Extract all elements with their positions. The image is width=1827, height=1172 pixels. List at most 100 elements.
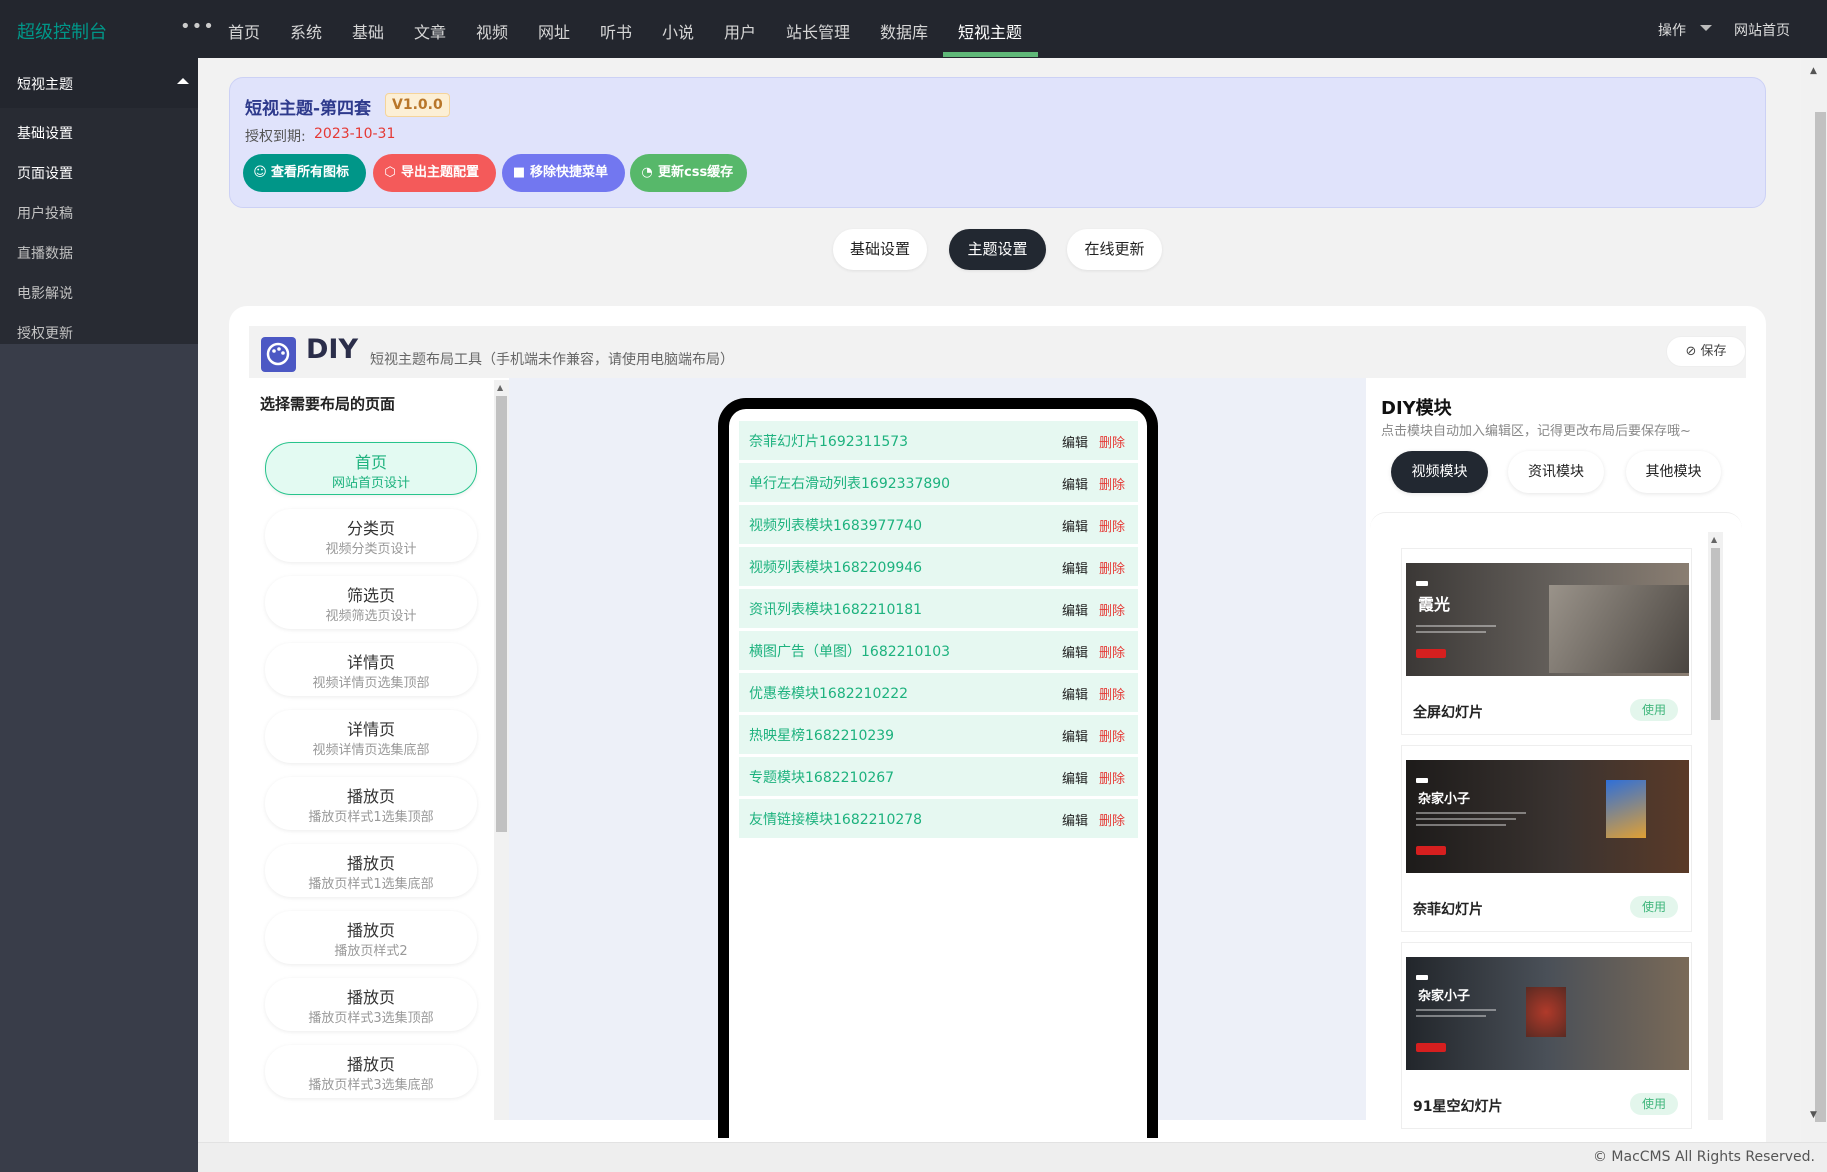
- module-delete-button[interactable]: 删除: [1099, 432, 1125, 451]
- module-template-card[interactable]: 杂家小子 奈菲幻灯片 使用: [1401, 745, 1692, 932]
- module-edit-button[interactable]: 编辑: [1062, 600, 1088, 619]
- page-item-detail-bottom[interactable]: 详情页 视频详情页选集底部: [265, 710, 477, 763]
- module-edit-button[interactable]: 编辑: [1062, 768, 1088, 787]
- save-button[interactable]: ⊘ 保存: [1666, 336, 1746, 367]
- more-icon[interactable]: •••: [180, 16, 215, 37]
- scroll-up-arrow-icon[interactable]: ▲: [1711, 535, 1717, 544]
- palette-icon: ☺: [253, 165, 267, 180]
- layout-module-row[interactable]: 单行左右滑动列表1692337890 编辑 删除: [739, 463, 1138, 502]
- thumbnail-figure: [1526, 987, 1566, 1037]
- tab-other-modules[interactable]: 其他模块: [1626, 451, 1721, 493]
- scroll-down-arrow-icon[interactable]: ▼: [1810, 1110, 1817, 1120]
- module-edit-button[interactable]: 编辑: [1062, 558, 1088, 577]
- module-template-card[interactable]: 杂家小子 91星空幻灯片 使用: [1401, 942, 1692, 1129]
- sidebar-item-license-update[interactable]: 授权更新: [17, 323, 73, 343]
- page-item-filter[interactable]: 筛选页 视频筛选页设计: [265, 576, 477, 629]
- operate-menu[interactable]: 操作: [1658, 20, 1686, 40]
- layout-module-row[interactable]: 横图广告（单图）1682210103 编辑 删除: [739, 631, 1138, 670]
- module-delete-button[interactable]: 删除: [1099, 810, 1125, 829]
- page-scroll-thumb[interactable]: [1815, 112, 1826, 1122]
- tab-online-update[interactable]: 在线更新: [1067, 229, 1162, 270]
- module-list-scroll-thumb[interactable]: [1711, 548, 1720, 720]
- nav-item-user[interactable]: 用户: [724, 19, 756, 43]
- module-delete-button[interactable]: 删除: [1099, 642, 1125, 661]
- sidebar-item-page-settings[interactable]: 页面设置: [17, 163, 73, 183]
- tab-basic-settings[interactable]: 基础设置: [833, 229, 927, 270]
- layout-module-row[interactable]: 友情链接模块1682210278 编辑 删除: [739, 799, 1138, 838]
- page-item-detail-top[interactable]: 详情页 视频详情页选集顶部: [265, 643, 477, 696]
- page-item-play2[interactable]: 播放页 播放页样式2: [265, 911, 477, 964]
- sidebar-item-movie-commentary[interactable]: 电影解说: [17, 283, 73, 303]
- nav-item-basic[interactable]: 基础: [352, 19, 384, 43]
- page-item-play3-bottom[interactable]: 播放页 播放页样式3选集底部: [265, 1045, 477, 1098]
- module-delete-button[interactable]: 删除: [1099, 600, 1125, 619]
- nav-item-system[interactable]: 系统: [290, 19, 322, 43]
- page-selector-heading: 选择需要布局的页面: [260, 395, 396, 413]
- sidebar-item-basic-settings[interactable]: 基础设置: [17, 123, 73, 143]
- page-item-play1-top[interactable]: 播放页 播放页样式1选集顶部: [265, 777, 477, 830]
- page-item-category[interactable]: 分类页 视频分类页设计: [265, 509, 477, 562]
- module-delete-button[interactable]: 删除: [1099, 474, 1125, 493]
- caret-down-icon[interactable]: [1700, 25, 1712, 31]
- layout-module-row[interactable]: 奈菲幻灯片1692311573 编辑 删除: [739, 421, 1138, 460]
- tab-theme-settings[interactable]: 主题设置: [949, 229, 1046, 270]
- page-item-play1-bottom[interactable]: 播放页 播放页样式1选集底部: [265, 844, 477, 897]
- module-name: 单行左右滑动列表1692337890: [749, 476, 951, 492]
- nav-item-admin[interactable]: 站长管理: [786, 19, 850, 43]
- page-list-scroll-thumb[interactable]: [496, 396, 507, 832]
- thumbnail-play-button: [1416, 1043, 1446, 1052]
- scroll-up-arrow-icon[interactable]: ▲: [1810, 66, 1817, 76]
- nav-item-short-video-theme[interactable]: 短视主题: [958, 19, 1022, 43]
- use-template-button[interactable]: 使用: [1630, 896, 1678, 918]
- layout-module-row[interactable]: 热映星榜1682210239 编辑 删除: [739, 715, 1138, 754]
- module-delete-button[interactable]: 删除: [1099, 684, 1125, 703]
- layout-module-row[interactable]: 优惠卷模块1682210222 编辑 删除: [739, 673, 1138, 712]
- page-item-play3-top[interactable]: 播放页 播放页样式3选集顶部: [265, 978, 477, 1031]
- tab-video-modules[interactable]: 视频模块: [1391, 451, 1488, 493]
- use-template-button[interactable]: 使用: [1630, 699, 1678, 721]
- module-template-card[interactable]: 霞光 全屏幻灯片 使用: [1401, 548, 1692, 735]
- nav-item-article[interactable]: 文章: [414, 19, 446, 43]
- layout-module-row[interactable]: 资讯列表模块1682210181 编辑 删除: [739, 589, 1138, 628]
- module-edit-button[interactable]: 编辑: [1062, 516, 1088, 535]
- module-edit-button[interactable]: 编辑: [1062, 726, 1088, 745]
- export-theme-config-button[interactable]: ⬡ 导出主题配置: [373, 154, 496, 192]
- refresh-css-cache-button[interactable]: ◔ 更新css缓存: [630, 154, 747, 192]
- page-item-desc: 播放页样式3选集顶部: [308, 1011, 434, 1026]
- remove-shortcut-menu-button[interactable]: ■ 移除快捷菜单: [502, 154, 625, 192]
- module-edit-button[interactable]: 编辑: [1062, 474, 1088, 493]
- module-delete-button[interactable]: 删除: [1099, 768, 1125, 787]
- module-delete-button[interactable]: 删除: [1099, 558, 1125, 577]
- page-item-name: 播放页: [346, 921, 395, 940]
- nav-item-database[interactable]: 数据库: [880, 19, 928, 43]
- thumbnail-play-button: [1416, 649, 1446, 658]
- template-thumbnail: 霞光: [1406, 563, 1689, 676]
- sidebar-group-header[interactable]: 短视主题: [0, 58, 198, 108]
- tab-news-modules[interactable]: 资讯模块: [1508, 451, 1604, 493]
- scroll-up-arrow-icon[interactable]: ▲: [497, 383, 503, 392]
- nav-item-home[interactable]: 首页: [228, 19, 260, 43]
- nav-item-audiobook[interactable]: 听书: [600, 19, 632, 43]
- site-home-link[interactable]: 网站首页: [1734, 20, 1790, 40]
- view-all-icons-button[interactable]: ☺ 查看所有图标: [243, 154, 366, 192]
- console-logo[interactable]: 超级控制台: [17, 18, 107, 44]
- module-edit-button[interactable]: 编辑: [1062, 810, 1088, 829]
- module-edit-button[interactable]: 编辑: [1062, 432, 1088, 451]
- nav-item-video[interactable]: 视频: [476, 19, 508, 43]
- sidebar-item-live-data[interactable]: 直播数据: [17, 243, 73, 263]
- layout-module-row[interactable]: 视频列表模块1683977740 编辑 删除: [739, 505, 1138, 544]
- page-item-name: 首页: [354, 453, 387, 472]
- module-delete-button[interactable]: 删除: [1099, 726, 1125, 745]
- version-badge: V1.0.0: [385, 93, 450, 117]
- page-item-home[interactable]: 首页 网站首页设计: [265, 442, 477, 495]
- module-delete-button[interactable]: 删除: [1099, 516, 1125, 535]
- nav-item-novel[interactable]: 小说: [662, 19, 694, 43]
- module-edit-button[interactable]: 编辑: [1062, 684, 1088, 703]
- nav-item-url[interactable]: 网址: [538, 19, 570, 43]
- diy-subtitle: 短视主题布局工具（手机端未作兼容，请使用电脑端布局）: [370, 352, 734, 368]
- module-edit-button[interactable]: 编辑: [1062, 642, 1088, 661]
- sidebar-item-user-submissions[interactable]: 用户投稿: [17, 203, 73, 223]
- layout-module-row[interactable]: 视频列表模块1682209946 编辑 删除: [739, 547, 1138, 586]
- use-template-button[interactable]: 使用: [1630, 1093, 1678, 1115]
- layout-module-row[interactable]: 专题模块1682210267 编辑 删除: [739, 757, 1138, 796]
